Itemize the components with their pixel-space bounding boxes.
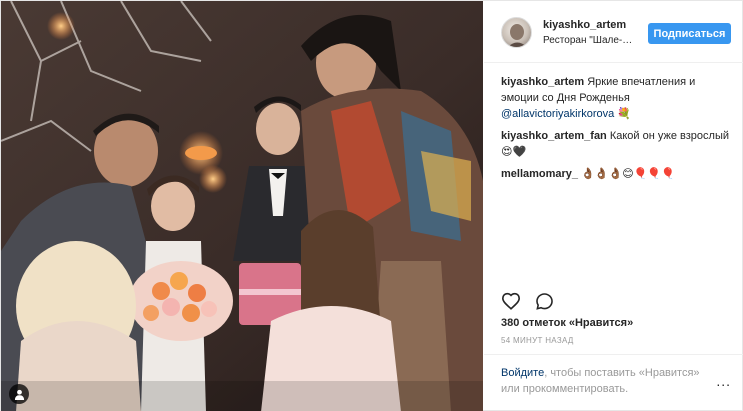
avatar[interactable] [501, 17, 532, 48]
login-prompt: Войдите, чтобы поставить «Нравится» или … [501, 365, 701, 397]
post-timestamp[interactable]: 54 МИНУТ НАЗАД [501, 336, 574, 345]
comment-author[interactable]: kiyashko_artem_fan [501, 130, 607, 142]
photo-illustration [1, 1, 483, 411]
post-actions [501, 291, 554, 311]
comment-author[interactable]: kiyashko_artem [501, 76, 584, 88]
comment-mention[interactable]: @allavictoriyakirkorova [501, 108, 614, 120]
comment-emoji: 👌🏾👌🏾👌🏾😊🎈🎈🎈 [581, 168, 675, 180]
more-options-icon[interactable]: ... [716, 373, 731, 389]
post-sidebar: kiyashko_artem Ресторан "Шале-Б... Подпи… [484, 1, 743, 411]
comment-item: kiyashko_artem_fan Какой он уже взрослый… [501, 128, 733, 160]
username[interactable]: kiyashko_artem [543, 19, 626, 31]
comment-author[interactable]: mellamomary_ [501, 168, 578, 180]
follow-button[interactable]: Подписаться [648, 23, 731, 44]
comment-emoji: 😍🖤 [501, 146, 527, 158]
person-glyph [14, 389, 24, 400]
likes-count[interactable]: 380 отметок «Нравится» [501, 317, 633, 329]
user-tag-icon[interactable] [9, 384, 29, 404]
post-header: kiyashko_artem Ресторан "Шале-Б... Подпи… [484, 1, 743, 63]
comment-icon[interactable] [535, 292, 554, 311]
comments-list: kiyashko_artem Яркие впечатления и эмоци… [501, 74, 733, 188]
heart-icon[interactable] [501, 292, 521, 310]
instagram-post: kiyashko_artem Ресторан "Шале-Б... Подпи… [0, 0, 743, 411]
avatar-image [507, 24, 527, 47]
comment-text: Какой он уже взрослый [609, 130, 729, 142]
location[interactable]: Ресторан "Шале-Б... [543, 35, 635, 46]
comment-box: Войдите, чтобы поставить «Нравится» или … [484, 354, 743, 411]
login-link[interactable]: Войдите [501, 367, 544, 379]
comment-item: kiyashko_artem Яркие впечатления и эмоци… [501, 74, 733, 122]
post-photo[interactable] [1, 1, 483, 411]
comment-emoji: 💐 [617, 108, 632, 120]
comment-item: mellamomary_ 👌🏾👌🏾👌🏾😊🎈🎈🎈 [501, 166, 733, 182]
